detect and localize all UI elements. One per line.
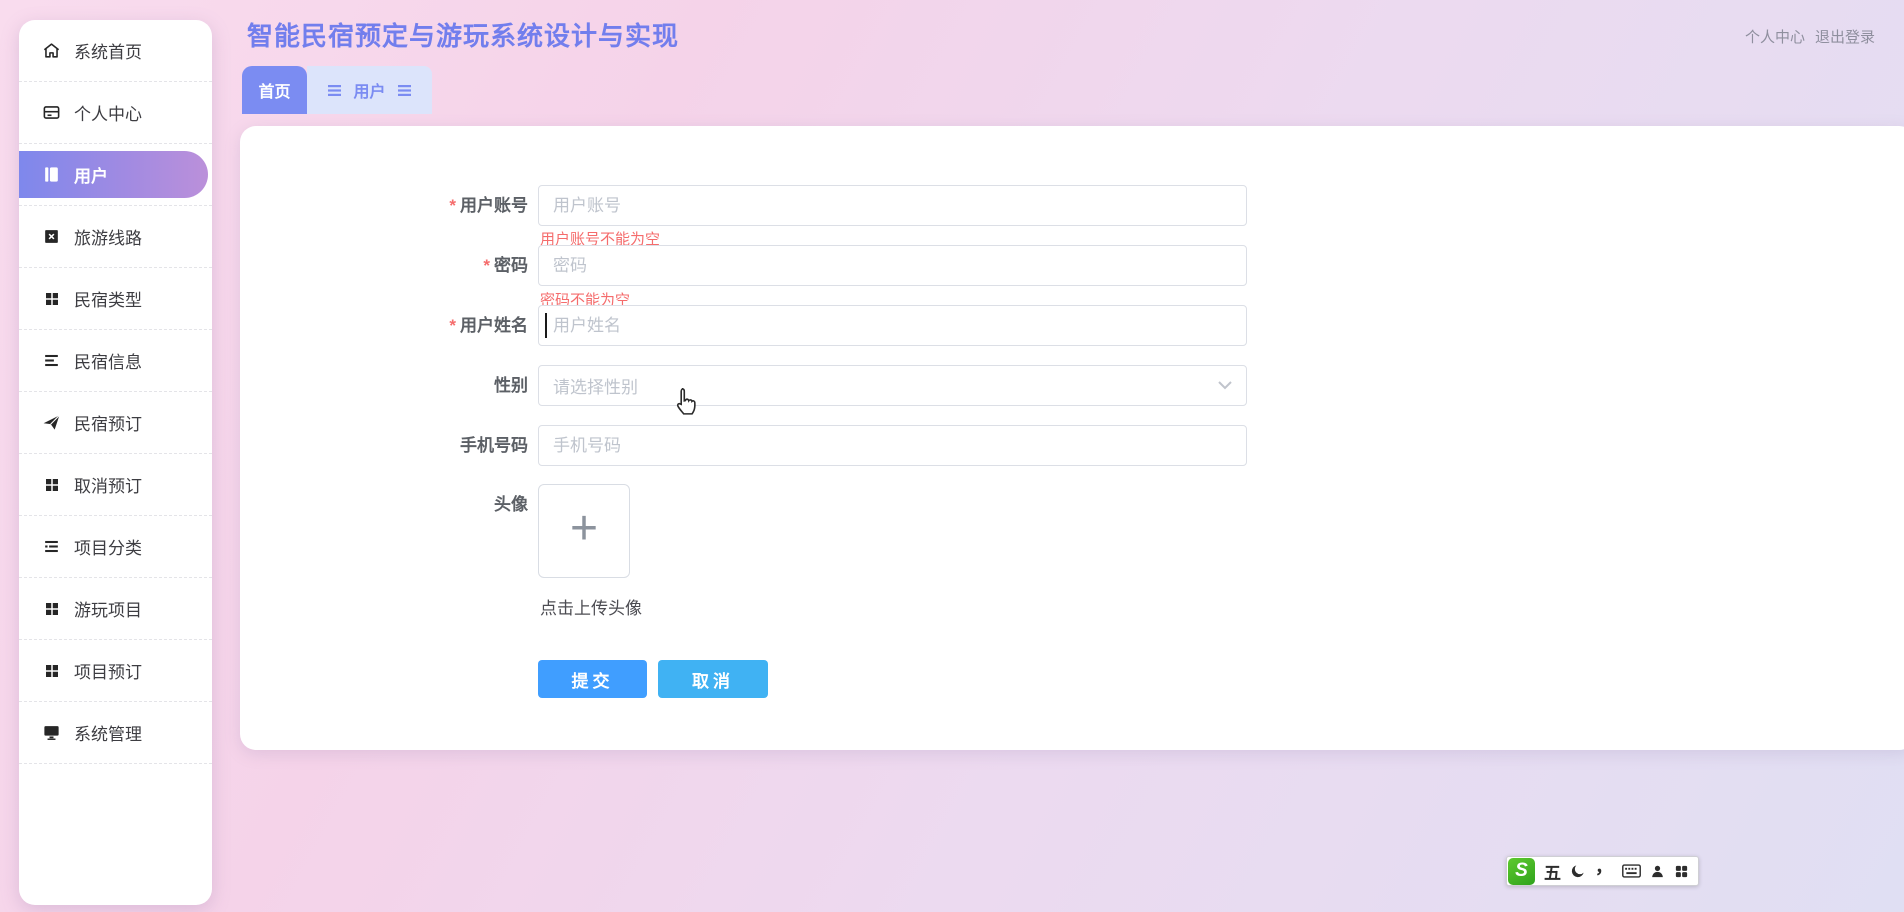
grid-icon [42,475,61,494]
text-caret [545,313,547,338]
tab-menu-icon [328,84,342,96]
field-label-gender: 性别 [494,376,528,395]
logout-link[interactable]: 退出登录 [1815,26,1875,47]
gender-select-placeholder: 请选择性别 [553,378,638,397]
grid-icon [42,289,61,308]
password-input[interactable] [538,245,1247,286]
sidebar-item-system-management[interactable]: 系统管理 [19,702,212,764]
ime-toolbar: S 五 ， [1506,856,1699,886]
sogou-logo-icon[interactable]: S [1508,857,1535,885]
sidebar-item-label: 系统管理 [74,725,142,744]
phone-input[interactable] [538,425,1247,466]
cancel-button[interactable]: 取消 [658,660,768,698]
paper-plane-icon [42,413,61,432]
sidebar-item-play-projects[interactable]: 游玩项目 [19,578,212,640]
gender-select[interactable]: 请选择性别 [538,365,1247,406]
sidebar-item-homestay-booking[interactable]: 民宿预订 [19,392,212,454]
sidebar-item-homestay-types[interactable]: 民宿类型 [19,268,212,330]
tab-home[interactable]: 首页 [242,66,307,114]
moon-icon[interactable] [1570,863,1586,879]
sidebar-item-label: 取消预订 [74,477,142,496]
sidebar-item-label: 民宿类型 [74,291,142,310]
sidebar-item-label: 用户 [74,167,108,186]
page-title: 智能民宿预定与游玩系统设计与实现 [247,21,680,51]
sidebar-item-label: 系统首页 [74,43,142,62]
name-input[interactable] [538,305,1247,346]
punctuation-icon[interactable]: ， [1595,858,1613,876]
user-links: 个人中心 退出登录 [1745,26,1875,47]
plus-icon: + [569,502,599,555]
page: 智能民宿预定与游玩系统设计与实现 个人中心 退出登录 系统首页 个人中心 用户 [0,0,1904,912]
chevron-down-icon [1218,381,1232,390]
grid-menu-icon[interactable] [1674,864,1689,879]
grid-icon [42,661,61,680]
sidebar-item-project-categories[interactable]: 项目分类 [19,516,212,578]
tab-menu-icon [397,84,411,96]
sidebar-item-label: 游玩项目 [74,601,142,620]
sidebar-item-project-booking[interactable]: 项目预订 [19,640,212,702]
field-label-phone: 手机号码 [460,436,528,455]
tab-bar: 首页 用户 [242,66,432,114]
sidebar-item-label: 个人中心 [74,105,142,124]
list-lines-icon [42,351,61,370]
submit-button[interactable]: 提交 [538,660,647,698]
field-label-name: * 用户姓名 [449,316,528,335]
field-label-avatar: 头像 [494,495,528,514]
profile-link[interactable]: 个人中心 [1745,26,1805,47]
required-mark: * [483,256,490,275]
sidebar: 系统首页 个人中心 用户 旅游线路 民宿类型 民宿信息 民宿预订 取消预订 项目… [19,20,212,905]
notebook-icon [42,165,61,184]
required-mark: * [449,316,456,335]
person-icon[interactable] [1650,864,1665,879]
field-label-password: * 密码 [483,256,528,275]
avatar-upload-box[interactable]: + [538,484,630,578]
tab-user-label: 用户 [353,84,386,101]
tab-user[interactable]: 用户 [307,66,432,114]
sidebar-item-users[interactable]: 用户 [19,144,212,206]
sidebar-item-cancel-booking[interactable]: 取消预订 [19,454,212,516]
sidebar-item-profile-center[interactable]: 个人中心 [19,82,212,144]
active-item-pill: 用户 [19,151,208,198]
sidebar-item-label: 旅游线路 [74,229,142,248]
id-card-icon [42,103,61,122]
avatar-upload-hint: 点击上传头像 [540,599,642,618]
sidebar-item-system-home[interactable]: 系统首页 [19,20,212,82]
monitor-icon [42,723,61,742]
required-mark: * [449,196,456,215]
grid-icon [42,599,61,618]
sidebar-item-label: 项目预订 [74,663,142,682]
sidebar-item-label: 民宿预订 [74,415,142,434]
clipboard-x-icon [42,227,61,246]
operation-lines-icon [42,537,61,556]
ime-mode-wubi[interactable]: 五 [1544,859,1561,884]
sidebar-item-label: 项目分类 [74,539,142,558]
tab-home-label: 首页 [258,84,291,101]
account-input[interactable] [538,185,1247,226]
field-label-account: * 用户账号 [449,196,528,215]
home-icon [42,41,61,60]
sidebar-item-travel-routes[interactable]: 旅游线路 [19,206,212,268]
sidebar-item-homestay-info[interactable]: 民宿信息 [19,330,212,392]
keyboard-icon[interactable] [1622,864,1641,878]
sidebar-item-label: 民宿信息 [74,353,142,372]
